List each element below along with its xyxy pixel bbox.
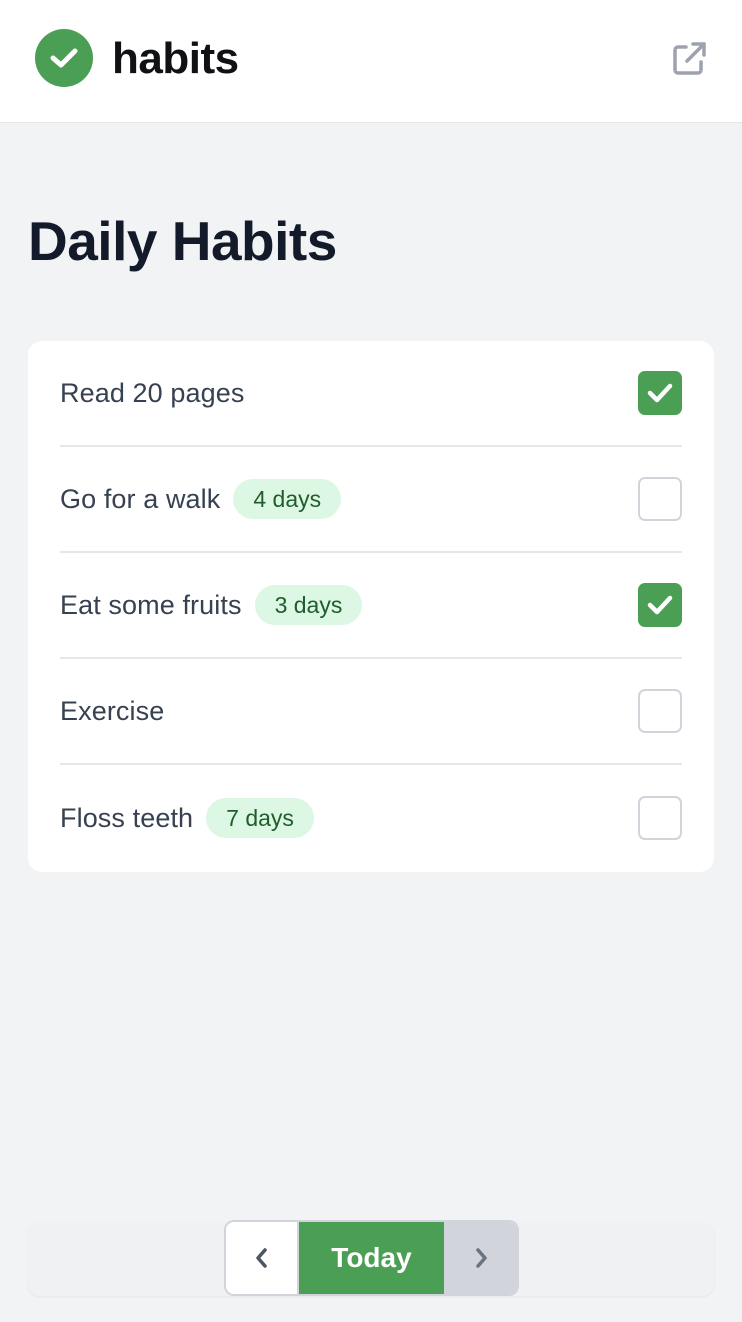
streak-badge: 3 days [254, 585, 363, 625]
habit-row-floss: Floss teeth 7 days [60, 765, 682, 871]
habit-checkbox[interactable] [638, 583, 682, 627]
today-button[interactable]: Today [299, 1222, 444, 1294]
check-circle-icon [35, 29, 93, 87]
app-header: habits [0, 0, 742, 123]
habit-name: Exercise [60, 695, 165, 726]
previous-day-button[interactable] [226, 1222, 299, 1294]
habit-checkbox[interactable] [638, 477, 682, 521]
date-nav-group: Today [224, 1220, 519, 1296]
habit-checkbox[interactable] [638, 689, 682, 733]
streak-badge: 4 days [233, 479, 342, 519]
habit-name: Eat some fruits [60, 589, 242, 620]
streak-badge: 7 days [206, 798, 314, 838]
chevron-left-icon [255, 1248, 267, 1268]
habit-row-walk: Go for a walk 4 days [60, 447, 682, 553]
next-day-button[interactable] [444, 1222, 517, 1294]
habit-checkbox[interactable] [638, 371, 682, 415]
habit-row-read: Read 20 pages [60, 341, 682, 447]
page-title: Daily Habits [28, 210, 337, 272]
habit-row-fruits: Eat some fruits 3 days [60, 553, 682, 659]
habit-row-exercise: Exercise [60, 659, 682, 765]
app-name: habits [112, 34, 239, 83]
chevron-right-icon [475, 1248, 487, 1268]
habit-list: Read 20 pages Go for a walk 4 days Eat s… [28, 341, 714, 872]
habit-name: Read 20 pages [60, 377, 245, 408]
habit-name: Floss teeth [60, 802, 194, 833]
habit-name: Go for a walk [60, 483, 221, 514]
external-link-icon[interactable] [668, 38, 710, 80]
habit-checkbox[interactable] [638, 796, 682, 840]
